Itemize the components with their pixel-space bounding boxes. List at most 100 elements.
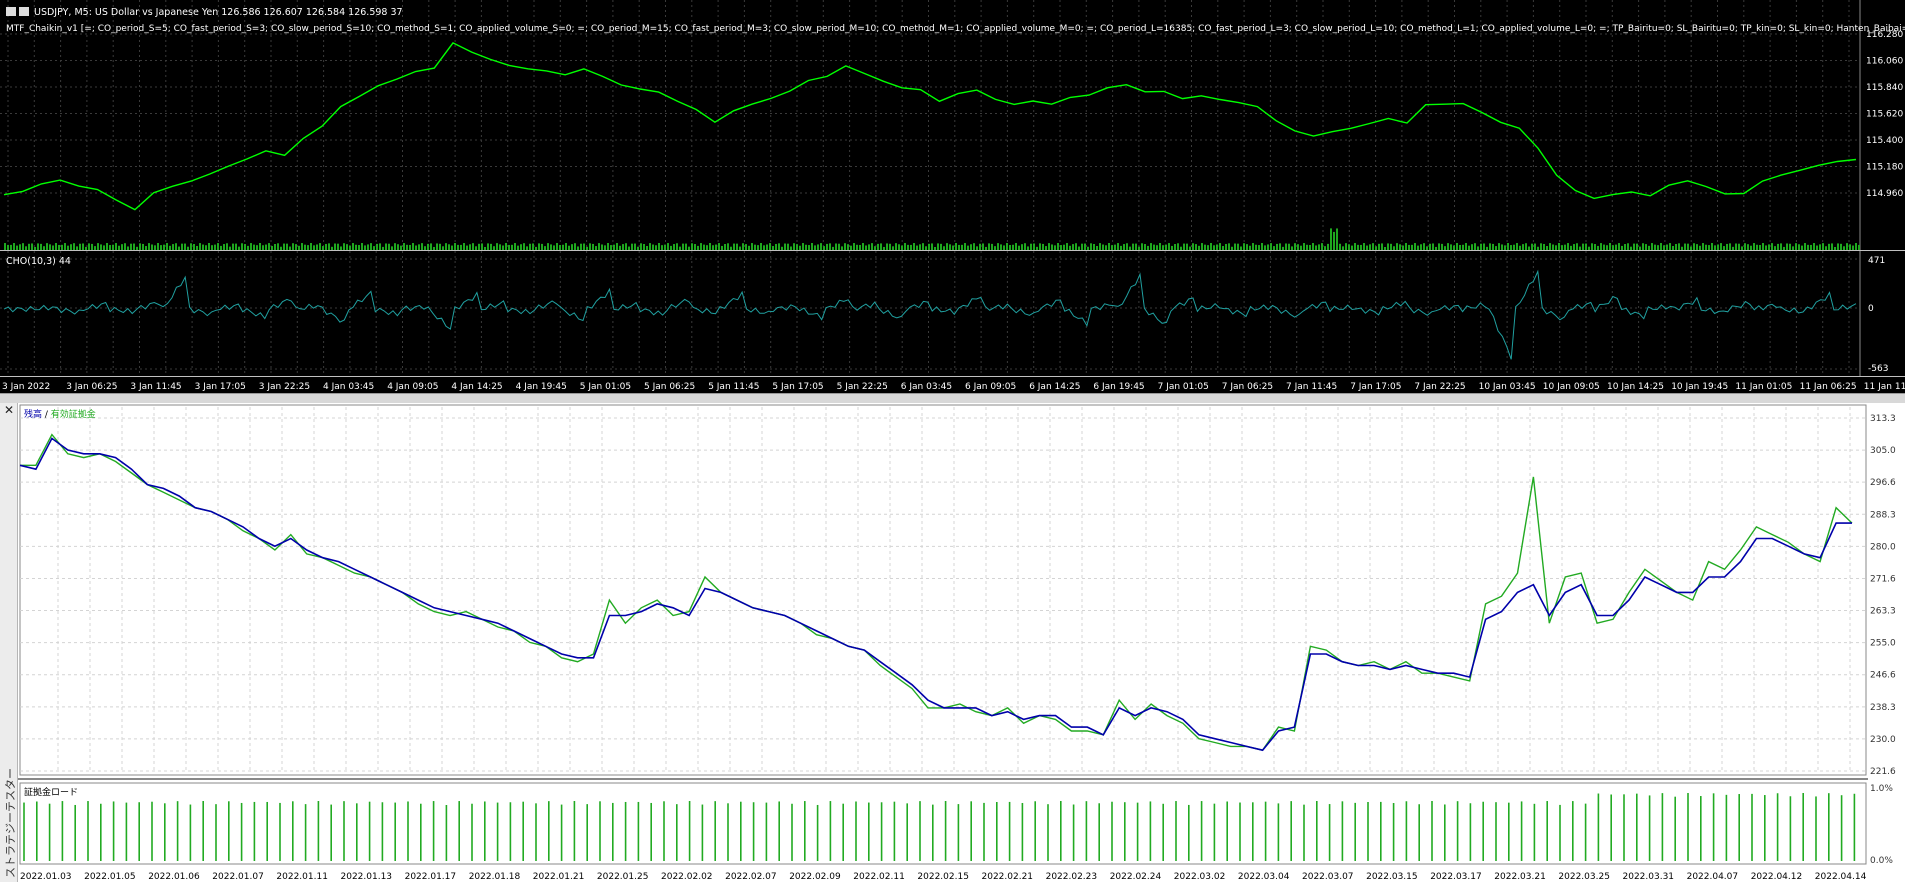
volume-bar — [256, 245, 258, 250]
volume-bar — [439, 243, 441, 250]
volume-bar — [580, 243, 582, 250]
volume-bar — [220, 245, 222, 250]
volume-bar — [721, 245, 723, 250]
date-label: 2022.04.12 — [1751, 872, 1803, 882]
volume-bar — [454, 243, 456, 250]
volume-bar — [559, 245, 561, 250]
volume-bar — [1507, 243, 1509, 250]
volume-bar — [703, 244, 705, 250]
volume-bar — [142, 243, 144, 250]
volume-bar — [955, 243, 957, 250]
tester-side-tab[interactable]: ✕ ストラテジーテスター — [0, 403, 18, 882]
volume-bar — [1324, 246, 1326, 250]
volume-bar — [1483, 243, 1485, 250]
volume-bar — [979, 243, 981, 250]
volume-bar — [1480, 243, 1482, 250]
date-axis: 2022.01.03 2022.01.05 2022.01.06 2022.01.07… — [20, 872, 1867, 882]
volume-bar — [367, 244, 369, 250]
volume-bar — [481, 243, 483, 250]
volume-bar — [1393, 246, 1395, 250]
chart-bars-icon[interactable] — [19, 7, 29, 16]
volume-bar — [1606, 245, 1608, 250]
volume-bar — [592, 243, 594, 250]
time-label: 3 Jan 11:45 — [130, 382, 181, 392]
volume-bar — [709, 243, 711, 250]
volume-bar — [151, 244, 153, 250]
date-label: 2022.01.25 — [597, 872, 649, 882]
date-label: 2022.03.07 — [1302, 872, 1354, 882]
volume-bar — [883, 246, 885, 250]
balance-level-label: 280.0 — [1870, 542, 1896, 552]
volume-bar — [1630, 246, 1632, 250]
volume-bar — [553, 245, 555, 250]
volume-bar — [1006, 243, 1008, 250]
volume-bar — [1792, 246, 1794, 250]
volume-bar — [634, 243, 636, 250]
strategy-tester-panel[interactable]: ✕ ストラテジーテスター 残高 / 有効証拠金 313.3 305.0 296.6 2… — [0, 403, 1905, 882]
cho-indicator-pane[interactable]: CHO(10,3) 44 471 0 -563 — [0, 251, 1905, 376]
volume-bar — [1657, 245, 1659, 250]
balance-legend: 残高 / 有効証拠金 — [24, 408, 96, 420]
volume-bar — [1711, 243, 1713, 250]
volume-bar — [1492, 243, 1494, 250]
price-chart-pane[interactable]: 116.280 116.060 115.840 115.620 115.400 115.1… — [0, 0, 1905, 250]
price-chart[interactable]: 116.280116.060115.840115.620115.400115.1… — [0, 0, 1905, 250]
close-icon[interactable]: ✕ — [4, 403, 14, 417]
volume-bar — [1456, 243, 1458, 250]
volume-bar — [76, 246, 78, 250]
volume-bar — [1204, 244, 1206, 250]
volume-bar — [946, 243, 948, 250]
volume-bar — [1450, 244, 1452, 250]
volume-bar — [1195, 244, 1197, 250]
volume-bar — [334, 243, 336, 250]
volume-bar — [670, 245, 672, 250]
volume-bar — [340, 246, 342, 250]
volume-bar — [1222, 246, 1224, 250]
chart-window-icon[interactable] — [6, 7, 16, 16]
volume-bar — [763, 245, 765, 250]
time-label: 6 Jan 03:45 — [901, 382, 952, 392]
panel-splitter[interactable] — [0, 393, 1905, 403]
volume-bar — [1039, 243, 1041, 250]
volume-bar — [1105, 245, 1107, 250]
volume-bar — [1156, 245, 1158, 250]
volume-bar — [637, 246, 639, 250]
time-label: 4 Jan 14:25 — [451, 382, 502, 392]
volume-bar — [805, 244, 807, 250]
volume-bar — [223, 244, 225, 250]
price-level-label: 115.400 — [1866, 136, 1903, 146]
volume-bar — [1033, 243, 1035, 250]
volume-bar — [1015, 243, 1017, 250]
volume-bar — [985, 246, 987, 250]
time-label: 6 Jan 14:25 — [1029, 382, 1080, 392]
volume-bar — [328, 243, 330, 250]
date-label: 2022.03.25 — [1558, 872, 1610, 882]
volume-bar — [691, 243, 693, 250]
volume-bar — [505, 243, 507, 250]
volume-bar — [1321, 243, 1323, 250]
volume-bar — [1810, 244, 1812, 250]
volume-bar — [922, 243, 924, 250]
indicator-params: MTF_Chaikin_v1 [=; CO_period_S=5; CO_fas… — [6, 24, 1905, 34]
volume-bar — [886, 243, 888, 250]
volume-bar — [1603, 244, 1605, 250]
volume-bar — [184, 243, 186, 250]
volume-bar — [841, 246, 843, 250]
volume-bar — [289, 246, 291, 250]
volume-bar — [607, 243, 609, 250]
date-label: 2022.01.07 — [212, 872, 264, 882]
balance-chart[interactable]: 残高 / 有効証拠金 313.3 305.0 296.6 288.3 280.0 271.… — [18, 403, 1905, 882]
date-label: 2022.01.05 — [84, 872, 136, 882]
volume-bar — [1174, 244, 1176, 250]
volume-bar — [244, 244, 246, 250]
cho-chart[interactable]: CHO(10,3) 44 471 0 -563 — [0, 251, 1905, 376]
volume-bar — [1855, 243, 1857, 250]
volume-bar — [556, 243, 558, 250]
volume-bar — [1549, 243, 1551, 250]
volume-bar — [7, 244, 9, 250]
time-label: 10 Jan 19:45 — [1671, 382, 1728, 392]
volume-bar — [1501, 244, 1503, 250]
price-level-label: 115.840 — [1866, 83, 1903, 93]
volume-bar — [661, 245, 663, 250]
volume-bar — [451, 245, 453, 250]
